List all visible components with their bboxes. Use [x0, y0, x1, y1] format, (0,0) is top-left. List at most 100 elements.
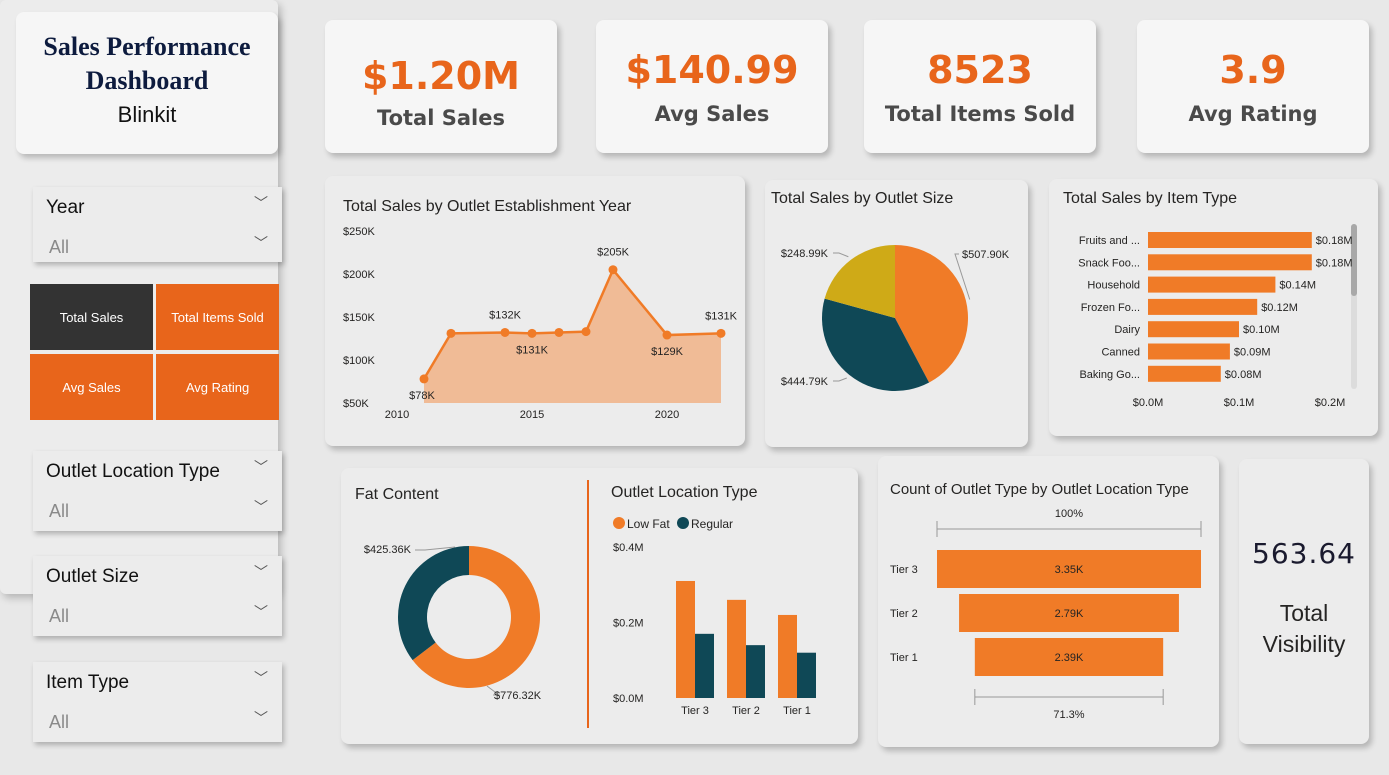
data-point — [662, 330, 672, 340]
chevron-down-icon[interactable]: ﹀ — [254, 233, 268, 253]
slicer-value[interactable]: All — [49, 501, 69, 522]
total-items-sold-button[interactable]: Total Items Sold — [156, 284, 279, 350]
category-label: Household — [1087, 280, 1140, 292]
legend-marker — [677, 517, 689, 529]
data-label: $129K — [651, 346, 683, 358]
data-label: $0.12M — [1261, 302, 1298, 314]
percent-label: 71.3% — [1053, 709, 1084, 721]
percent-label: 100% — [1055, 508, 1083, 520]
legend-marker — [613, 517, 625, 529]
data-point — [608, 265, 618, 275]
data-label: 2.39K — [1055, 652, 1084, 664]
data-label: $248.99K — [781, 248, 829, 260]
kpi-total-items-sold: 8523 Total Items Sold — [864, 20, 1096, 153]
category-label: Baking Go... — [1079, 369, 1140, 381]
y-tick-label: $100K — [343, 355, 375, 367]
dashboard-title-line2: Dashboard — [85, 66, 209, 95]
bar — [1148, 321, 1239, 338]
data-label: $132K — [489, 309, 521, 321]
pie-chart: $507.90K $444.79K $248.99K — [781, 245, 1010, 391]
kpi-label: Total Items Sold — [884, 102, 1076, 126]
chevron-down-icon[interactable]: ﹀ — [254, 602, 268, 622]
dashboard-title-line1: Sales Performance — [43, 32, 251, 61]
data-label: $444.79K — [781, 376, 829, 388]
kpi-label: Avg Sales — [654, 102, 770, 126]
category-label: Dairy — [1114, 324, 1140, 336]
kpi-value: 8523 — [927, 48, 1033, 92]
dashboard-title-card: Sales Performance Dashboard Blinkit — [16, 12, 278, 154]
kpi-label: Total Sales — [377, 106, 505, 130]
bar — [1148, 254, 1312, 271]
kpi-value: 563.64 — [1252, 537, 1356, 570]
slicer-value[interactable]: All — [49, 712, 69, 733]
sales-by-outlet-size-card: Total Sales by Outlet Size $507.90K $444.… — [765, 180, 1028, 447]
leader-line — [833, 252, 849, 258]
data-point — [527, 328, 537, 338]
category-label: Frozen Fo... — [1081, 302, 1140, 314]
y-tick-label: $200K — [343, 269, 375, 281]
data-label: 2.79K — [1055, 608, 1084, 620]
outlet-location-type-slicer[interactable]: Outlet Location Type ﹀ All ﹀ — [33, 451, 282, 531]
category-label: Tier 1 — [890, 652, 918, 664]
bar — [727, 599, 746, 698]
bar — [676, 580, 695, 698]
x-tick-label: $0.2M — [1315, 397, 1346, 409]
avg-rating-button[interactable]: Avg Rating — [156, 354, 279, 420]
area-chart: $50K $100K $150K $200K $250K 2010 2015 2020 $7… — [343, 226, 738, 421]
category-label: Snack Foo... — [1078, 257, 1140, 269]
chevron-down-icon[interactable]: ﹀ — [254, 497, 268, 517]
data-label: $0.08M — [1225, 369, 1262, 381]
outlet-type-funnel-card: Count of Outlet Type by Outlet Location … — [878, 456, 1219, 747]
y-tick-label: $250K — [343, 226, 375, 238]
x-tick-label: $0.0M — [1133, 397, 1164, 409]
year-slicer[interactable]: Year ﹀ All ﹀ — [33, 187, 282, 262]
data-label: $0.14M — [1279, 280, 1316, 292]
x-tick-label: $0.1M — [1224, 397, 1255, 409]
x-tick-label: 2015 — [520, 409, 544, 421]
bar — [1148, 276, 1276, 293]
y-tick-label: $0.0M — [613, 693, 644, 705]
chevron-down-icon[interactable]: ﹀ — [254, 562, 268, 582]
data-label: $205K — [597, 247, 629, 259]
x-tick-label: 2020 — [655, 409, 679, 421]
item-type-slicer[interactable]: Item Type ﹀ All ﹀ — [33, 662, 282, 742]
data-label: $507.90K — [962, 249, 1010, 261]
data-label: $776.32K — [494, 690, 542, 702]
data-point — [716, 328, 726, 338]
kpi-value: $1.20M — [361, 54, 520, 98]
chevron-down-icon[interactable]: ﹀ — [254, 193, 268, 213]
bar — [1148, 298, 1258, 315]
bar — [1148, 232, 1312, 248]
data-label: $425.36K — [364, 544, 412, 556]
horizontal-bar-chart: Fruits and ... $0.18M Snack Foo... $0.18M Ho… — [1078, 224, 1357, 409]
x-tick-label: Tier 1 — [783, 705, 811, 717]
bar — [695, 633, 714, 698]
data-label: $131K — [516, 344, 548, 356]
x-tick-label: 2010 — [385, 409, 409, 421]
chevron-down-icon[interactable]: ﹀ — [254, 457, 268, 477]
category-label: Tier 2 — [890, 608, 918, 620]
total-visibility-card: 563.64 Total Visibility — [1239, 459, 1369, 744]
category-label: Tier 3 — [890, 564, 918, 576]
data-label: $78K — [409, 390, 435, 402]
kpi-value: $140.99 — [625, 48, 799, 92]
chevron-down-icon[interactable]: ﹀ — [254, 668, 268, 688]
data-point — [446, 328, 456, 338]
slicer-value[interactable]: All — [49, 237, 69, 258]
slicer-value[interactable]: All — [49, 606, 69, 627]
kpi-label: Avg Rating — [1188, 102, 1318, 126]
slicer-title: Item Type — [46, 672, 130, 693]
x-tick-label: Tier 3 — [681, 705, 709, 717]
chevron-down-icon[interactable]: ﹀ — [254, 708, 268, 728]
dashboard-title: Sales Performance Dashboard — [16, 30, 278, 98]
category-label: Canned — [1101, 347, 1140, 359]
avg-sales-button[interactable]: Avg Sales — [30, 354, 153, 420]
data-label: $0.10M — [1243, 324, 1280, 336]
y-tick-label: $0.2M — [613, 618, 644, 630]
bar — [797, 652, 816, 698]
outlet-size-slicer[interactable]: Outlet Size ﹀ All ﹀ — [33, 556, 282, 636]
data-point — [581, 327, 591, 337]
total-sales-button[interactable]: Total Sales — [30, 284, 153, 350]
funnel-chart: 100% 3.35K Tier 3 2.79K Tier 2 2.39K Tier 1 71.… — [890, 508, 1202, 721]
bar — [778, 614, 797, 698]
